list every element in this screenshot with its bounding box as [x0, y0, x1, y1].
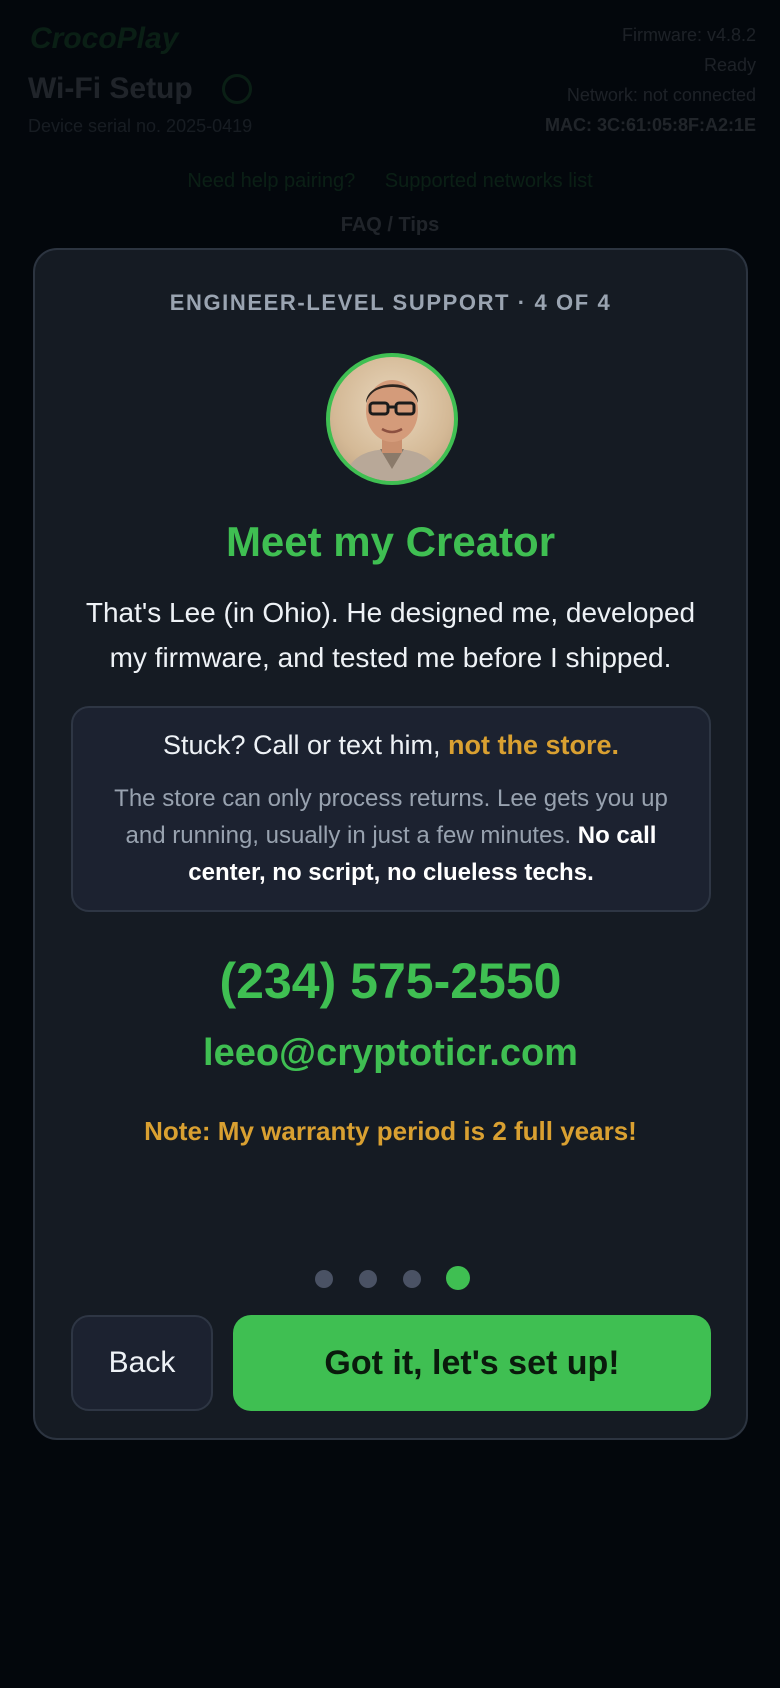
notice-body: The store can only process returns. Lee … — [103, 780, 679, 891]
brand-logo: CrocoPlay — [30, 22, 179, 55]
page-title: Wi-Fi Setup — [28, 72, 193, 105]
notice-headline-text: Stuck? Call or text him, — [162, 730, 449, 760]
confirm-setup-button[interactable]: Got it, let's set up! — [233, 1315, 711, 1411]
help-link: Supported networks list — [384, 170, 593, 192]
status-line: Ready — [703, 55, 756, 75]
page-dot-1[interactable] — [315, 1270, 333, 1288]
step-label: ENGINEER-LEVEL SUPPORT · 4 OF 4 — [169, 290, 612, 315]
headline: Meet my Creator — [225, 518, 556, 565]
page-dot-2[interactable] — [359, 1270, 377, 1288]
creator-avatar — [326, 353, 458, 485]
page-subtitle: Device serial no. 2025-0419 — [28, 116, 253, 136]
notice-headline: Stuck? Call or text him, not the store. — [73, 730, 709, 761]
help-link: Need help pairing? — [187, 170, 356, 192]
background-page: CrocoPlay Wi-Fi Setup Device serial no. … — [0, 0, 780, 260]
creator-portrait-icon — [344, 380, 440, 481]
phone-link[interactable]: (234) 575-2550 — [35, 952, 746, 1010]
intro-text: That's Lee (in Ohio). He designed me, de… — [85, 597, 696, 673]
status-line: MAC: 3C:61:05:8F:A2:1E — [544, 115, 756, 135]
warranty-note: Note: My warranty period is 2 full years… — [144, 1116, 637, 1146]
wifi-status-icon — [222, 74, 252, 104]
notice-highlight: not the store. — [448, 730, 620, 760]
status-line: Network: not connected — [566, 85, 756, 105]
email-link[interactable]: leeo@cryptoticr.com — [35, 1032, 746, 1075]
support-modal: ENGINEER-LEVEL SUPPORT · 4 OF 4 Meet my … — [33, 248, 748, 1440]
status-line: Firmware: v4.8.2 — [621, 25, 756, 45]
pagination-dots — [35, 1262, 746, 1292]
faq-link: FAQ / Tips — [340, 214, 440, 236]
device-status: Firmware: v4.8.2 Ready Network: not conn… — [486, 20, 756, 140]
back-button[interactable]: Back — [71, 1315, 213, 1411]
help-links: Need help pairing? Supported networks li… — [0, 170, 780, 193]
notice-box: Stuck? Call or text him, not the store. … — [71, 706, 711, 912]
page-dot-3[interactable] — [403, 1270, 421, 1288]
page-dot-4-active[interactable] — [446, 1266, 470, 1290]
